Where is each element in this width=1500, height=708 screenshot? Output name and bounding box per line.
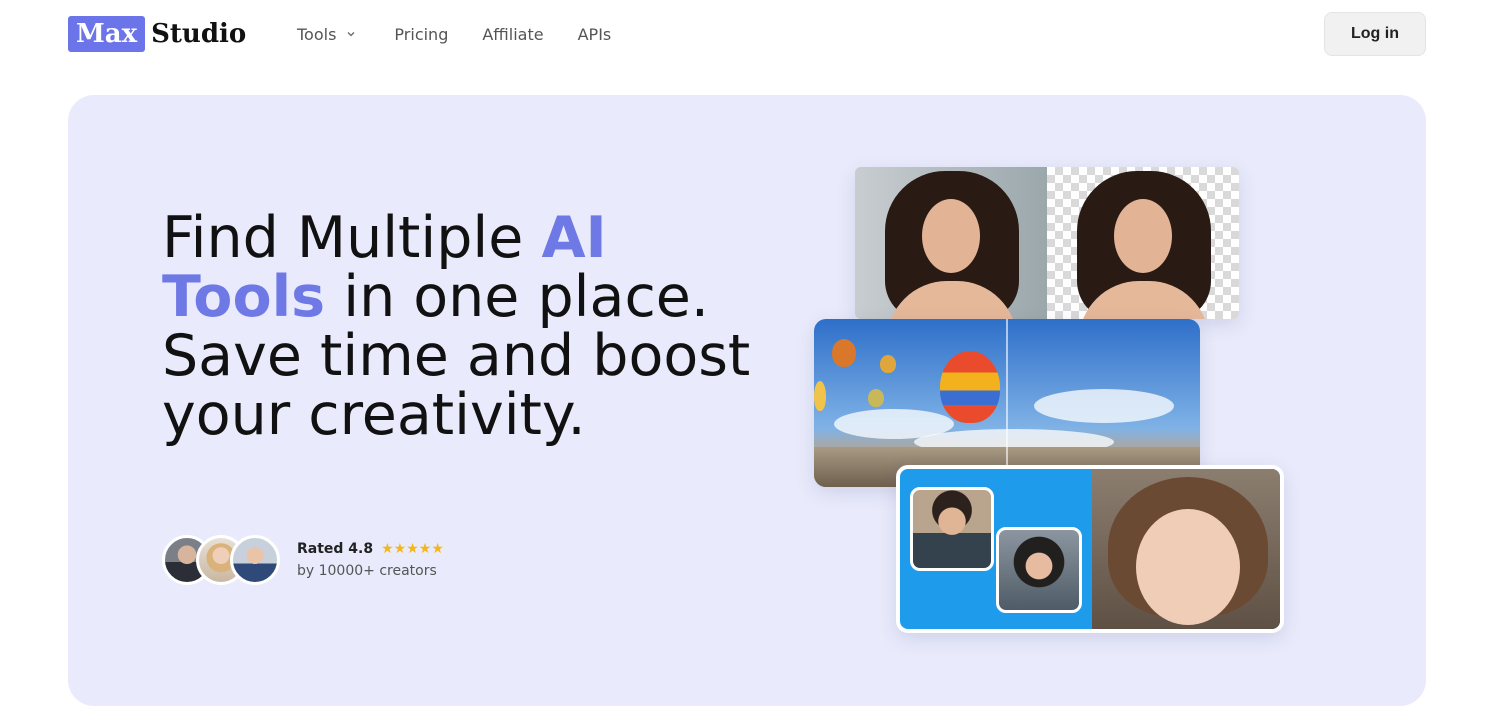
rating-subtext: by 10000+ creators — [297, 563, 437, 579]
star-rating-icon: ★★★★★ — [381, 541, 444, 557]
source-face-thumbnail — [910, 487, 994, 571]
bg-removal-preview-image — [855, 167, 1239, 319]
logo-box: Max — [68, 16, 146, 52]
avatar — [230, 535, 280, 585]
logo[interactable]: Max Studio — [68, 16, 246, 52]
nav-pricing[interactable]: Pricing — [394, 25, 448, 44]
site-header: Max Studio Tools Pricing Affiliate APIs … — [0, 0, 1500, 68]
rating-text: Rated 4.8 ★★★★★ by 10000+ creators — [297, 541, 444, 579]
nav-affiliate[interactable]: Affiliate — [482, 25, 543, 44]
object-removal-preview-image — [814, 319, 1200, 487]
chevron-down-icon — [347, 32, 355, 37]
login-button[interactable]: Log in — [1324, 12, 1426, 56]
target-face-thumbnail — [996, 527, 1082, 613]
nav-tools-label: Tools — [297, 24, 337, 44]
rating-block: Rated 4.8 ★★★★★ by 10000+ creators — [162, 535, 444, 585]
main-nav: Tools Pricing Affiliate APIs — [297, 22, 611, 46]
original-portrait — [855, 167, 1047, 319]
creator-avatars — [162, 535, 280, 585]
rating-label: Rated 4.8 — [297, 541, 374, 557]
face-swap-preview-image — [896, 465, 1284, 633]
hero-section: Find Multiple AI Tools in one place. Sav… — [68, 95, 1426, 706]
nav-tools[interactable]: Tools — [297, 25, 356, 44]
logo-text: Studio — [151, 19, 247, 49]
transparent-portrait — [1047, 167, 1239, 319]
hero-headline: Find Multiple AI Tools in one place. Sav… — [162, 209, 762, 445]
headline-part-1: Find Multiple — [162, 205, 542, 271]
nav-apis[interactable]: APIs — [578, 25, 612, 44]
